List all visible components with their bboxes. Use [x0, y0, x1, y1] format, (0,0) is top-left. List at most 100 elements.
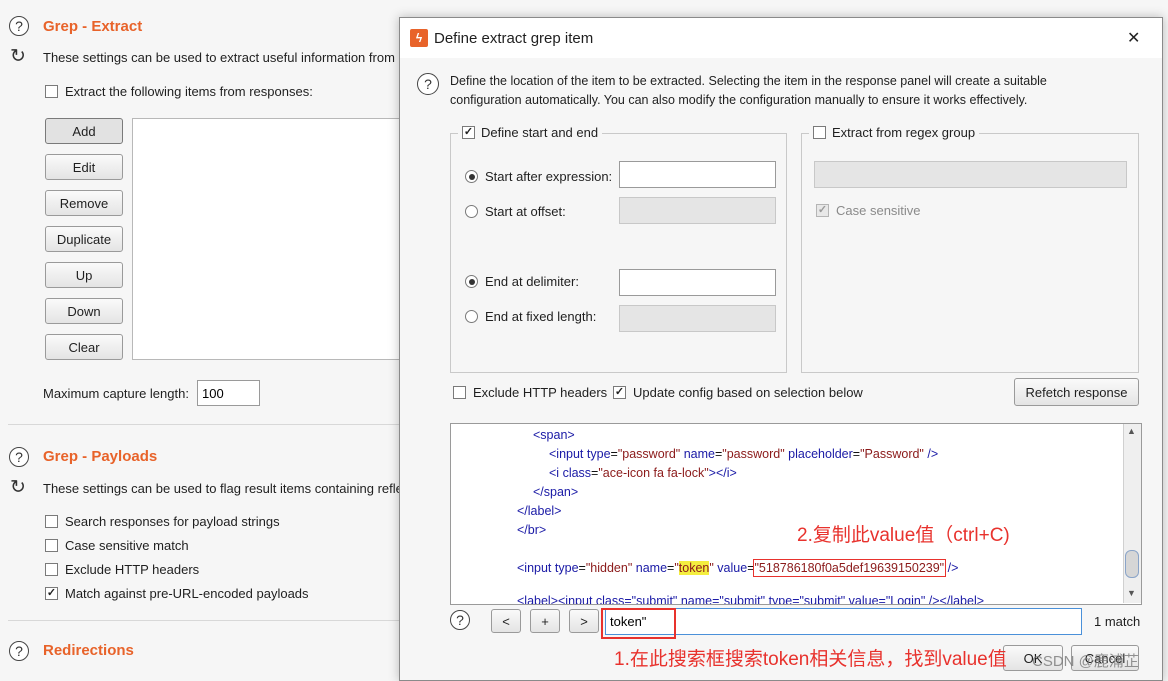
edit-button[interactable]: Edit	[45, 154, 123, 180]
case-sensitive-checkbox	[816, 204, 829, 217]
end-at-delimiter-radio[interactable]	[465, 275, 478, 288]
dialog-description-line1: Define the location of the item to be ex…	[450, 74, 1047, 88]
vertical-scrollbar[interactable]: ▲ ▼	[1123, 424, 1141, 603]
exclude-http-headers-label: Exclude HTTP headers	[473, 385, 608, 400]
start-after-expression-label: Start after expression:	[485, 169, 613, 184]
search-payload-strings-label: Search responses for payload strings	[65, 514, 280, 529]
remove-button[interactable]: Remove	[45, 190, 123, 216]
code-text: "password"	[722, 447, 785, 461]
exclude-http-headers-checkbox[interactable]	[45, 563, 58, 576]
grep-payloads-description: These settings can be used to flag resul…	[43, 481, 403, 496]
code-text: </span>	[533, 485, 579, 499]
payload-option-row[interactable]: Case sensitive match	[45, 538, 189, 553]
code-text: </br>	[517, 523, 547, 537]
refresh-icon[interactable]: ↻	[10, 45, 26, 68]
code-text: "Password"	[860, 447, 924, 461]
start-after-expression-input[interactable]	[619, 161, 776, 188]
code-text: name	[635, 561, 668, 575]
up-button[interactable]: Up	[45, 262, 123, 288]
code-line: <i class="ace-icon fa fa-lock"></i>	[549, 466, 737, 480]
code-text: type	[586, 447, 611, 461]
case-sensitive-match-checkbox[interactable]	[45, 539, 58, 552]
match-count: 1 match	[1094, 614, 1141, 629]
start-at-offset-input	[619, 197, 776, 224]
dialog-description-line2: configuration automatically. You can als…	[450, 93, 1028, 107]
clear-button[interactable]: Clear	[45, 334, 123, 360]
start-at-offset-radio[interactable]	[465, 205, 478, 218]
token-value-box: "518786180f0a5def19639150239"	[752, 559, 947, 577]
start-at-offset-row[interactable]: Start at offset:	[465, 204, 566, 219]
scroll-down-icon[interactable]: ▼	[1127, 588, 1136, 598]
help-icon[interactable]: ?	[450, 610, 470, 630]
annotation-copy-value: 2.复制此value值（ctrl+C)	[797, 525, 1010, 546]
code-text: <span>	[533, 428, 575, 442]
code-text: "password"	[617, 447, 681, 461]
code-text: </label>	[517, 504, 562, 518]
code-text: />	[944, 561, 959, 575]
code-text: type	[554, 561, 579, 575]
duplicate-button[interactable]: Duplicate	[45, 226, 123, 252]
extract-items-list[interactable]	[132, 118, 412, 360]
start-at-offset-label: Start at offset:	[485, 204, 566, 219]
burp-logo-icon: ϟ	[410, 29, 428, 47]
close-icon[interactable]: ✕	[1127, 28, 1140, 48]
section-divider	[8, 424, 400, 425]
search-payload-strings-checkbox[interactable]	[45, 515, 58, 528]
extract-items-checkbox-row[interactable]: Extract the following items from respons…	[45, 84, 313, 99]
search-next-button[interactable]: >	[569, 609, 599, 633]
down-button[interactable]: Down	[45, 298, 123, 324]
max-capture-input[interactable]	[197, 380, 260, 406]
end-at-fixed-length-radio[interactable]	[465, 310, 478, 323]
payload-option-row[interactable]: Search responses for payload strings	[45, 514, 280, 529]
define-start-end-legend[interactable]: Define start and end	[458, 125, 603, 140]
search-add-button[interactable]: +	[530, 609, 560, 633]
search-previous-button[interactable]: <	[491, 609, 521, 633]
help-icon[interactable]: ?	[9, 16, 29, 36]
payload-option-row[interactable]: Exclude HTTP headers	[45, 562, 199, 577]
match-pre-url-encoded-checkbox[interactable]	[45, 587, 58, 600]
exclude-http-headers-checkbox[interactable]	[453, 386, 466, 399]
payload-option-row[interactable]: Match against pre-URL-encoded payloads	[45, 586, 309, 601]
extract-regex-group: Extract from regex group Case sensitive	[801, 125, 1139, 373]
help-icon[interactable]: ?	[417, 73, 439, 95]
code-text: ></i>	[708, 466, 737, 480]
end-at-fixed-length-input	[619, 305, 776, 332]
code-text: "hidden"	[585, 561, 633, 575]
help-icon[interactable]: ?	[9, 447, 29, 467]
extract-regex-legend[interactable]: Extract from regex group	[809, 125, 980, 140]
grep-payloads-title: Grep - Payloads	[43, 448, 158, 465]
max-capture-label: Maximum capture length:	[43, 386, 189, 401]
end-at-delimiter-input[interactable]	[619, 269, 776, 296]
end-at-delimiter-row[interactable]: End at delimiter:	[465, 274, 579, 289]
code-text: <input	[517, 561, 555, 575]
define-start-end-checkbox[interactable]	[462, 126, 475, 139]
define-start-end-group: Define start and end Start after express…	[450, 125, 787, 373]
start-after-expression-radio[interactable]	[465, 170, 478, 183]
refresh-icon[interactable]: ↻	[10, 476, 26, 499]
end-at-delimiter-label: End at delimiter:	[485, 274, 579, 289]
code-line: <input type="password" name="password" p…	[549, 447, 939, 461]
extract-regex-checkbox[interactable]	[813, 126, 826, 139]
search-input[interactable]	[605, 608, 1082, 635]
scroll-up-icon[interactable]: ▲	[1127, 426, 1136, 436]
define-extract-dialog: ϟ Define extract grep item ✕ ? Define th…	[399, 17, 1163, 681]
code-text: <label><input class="submit" name="submi…	[517, 594, 985, 605]
annotation-search-token: 1.在此搜索框搜索token相关信息，找到value值	[614, 649, 1007, 670]
extract-items-checkbox[interactable]	[45, 85, 58, 98]
refetch-response-button[interactable]: Refetch response	[1014, 378, 1139, 406]
code-text: class	[562, 466, 592, 480]
exclude-http-headers-row[interactable]: Exclude HTTP headers	[453, 385, 607, 400]
update-config-row[interactable]: Update config based on selection below	[613, 385, 863, 400]
update-config-checkbox[interactable]	[613, 386, 626, 399]
scrollbar-thumb[interactable]	[1125, 550, 1139, 578]
response-panel[interactable]: <span> <input type="password" name="pass…	[450, 423, 1142, 605]
end-at-fixed-length-row[interactable]: End at fixed length:	[465, 309, 596, 324]
help-icon[interactable]: ?	[9, 641, 29, 661]
watermark: CSDN @鹿浦芷	[1032, 653, 1139, 670]
case-sensitive-match-label: Case sensitive match	[65, 538, 189, 553]
dialog-title: Define extract grep item	[434, 30, 594, 47]
section-divider	[8, 620, 400, 621]
start-after-expression-row[interactable]: Start after expression:	[465, 169, 612, 184]
exclude-http-headers-label: Exclude HTTP headers	[65, 562, 200, 577]
add-button[interactable]: Add	[45, 118, 123, 144]
